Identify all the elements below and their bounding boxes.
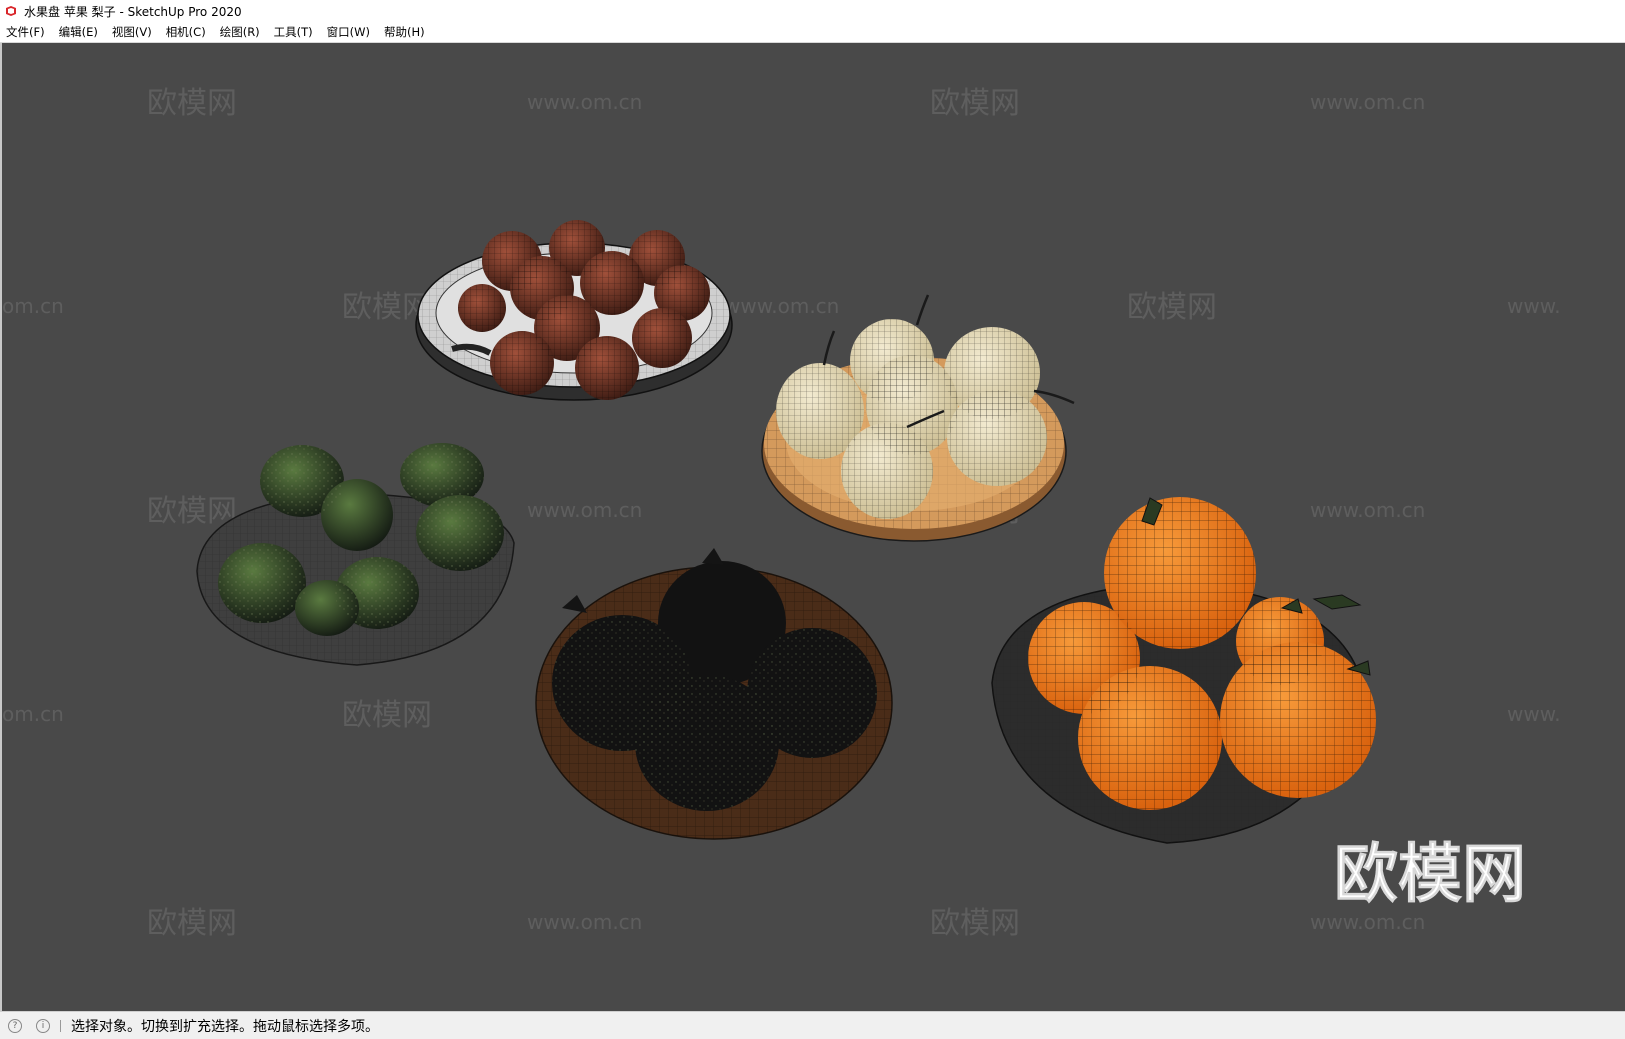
window-title: 水果盘 苹果 梨子 - SketchUp Pro 2020 <box>24 4 242 19</box>
watermark-brand: 欧模网 <box>342 698 432 733</box>
watermark-url: www.om.cn <box>1310 910 1425 934</box>
watermark-url: www. <box>1507 702 1561 726</box>
pear-plate-model[interactable] <box>761 294 1075 542</box>
brand-logo-text: 欧模网 <box>1334 838 1526 912</box>
menu-view[interactable]: 视图(V) <box>105 22 159 42</box>
title-bar: 水果盘 苹果 梨子 - SketchUp Pro 2020 <box>0 0 1625 22</box>
watermark-url: om.cn <box>2 294 64 318</box>
watermark-brand: 欧模网 <box>930 86 1020 121</box>
watermark-brand: 欧模网 <box>147 86 237 121</box>
status-bar: ? i 选择对象。切换到扩充选择。拖动鼠标选择多项。 <box>0 1011 1625 1039</box>
info-icon[interactable]: i <box>36 1018 50 1033</box>
apple-plate-model[interactable] <box>415 220 733 401</box>
status-message: 选择对象。切换到扩充选择。拖动鼠标选择多项。 <box>71 1018 379 1035</box>
status-divider <box>60 1019 61 1032</box>
menu-window[interactable]: 窗口(W) <box>320 22 377 42</box>
menu-bar: 文件(F) 编辑(E) 视图(V) 相机(C) 绘图(R) 工具(T) 窗口(W… <box>0 22 1625 43</box>
watermark-brand: 欧模网 <box>930 906 1020 941</box>
menu-file[interactable]: 文件(F) <box>0 22 52 42</box>
model-viewport[interactable]: 欧模网 www.om.cn 欧模网 www.om.cn om.cn 欧模网 ww… <box>0 43 1625 1011</box>
geo-location-icon[interactable]: ? <box>8 1018 22 1033</box>
watermark-brand: 欧模网 <box>1127 290 1217 325</box>
menu-draw[interactable]: 绘图(R) <box>213 22 267 42</box>
menu-camera[interactable]: 相机(C) <box>159 22 213 42</box>
watermark-brand: 欧模网 <box>147 906 237 941</box>
watermark-url: om.cn <box>2 702 64 726</box>
watermark-url: www.om.cn <box>527 498 642 522</box>
dark-fruit-bowl-model[interactable] <box>535 548 893 840</box>
watermark-url: www.om.cn <box>527 90 642 114</box>
watermark-url: www.om.cn <box>1310 498 1425 522</box>
menu-tools[interactable]: 工具(T) <box>267 22 320 42</box>
green-fruit-bowl-model[interactable] <box>196 443 515 666</box>
menu-edit[interactable]: 编辑(E) <box>52 22 105 42</box>
sketchup-app-icon <box>4 4 18 18</box>
menu-help[interactable]: 帮助(H) <box>377 22 432 42</box>
orange-bowl-model[interactable] <box>991 497 1376 844</box>
watermark-url: www.om.cn <box>724 294 839 318</box>
watermark-url: www.om.cn <box>1310 90 1425 114</box>
watermark-brand: 欧模网 <box>147 494 237 529</box>
watermark-url: www.om.cn <box>527 910 642 934</box>
watermark-url: www. <box>1507 294 1561 318</box>
